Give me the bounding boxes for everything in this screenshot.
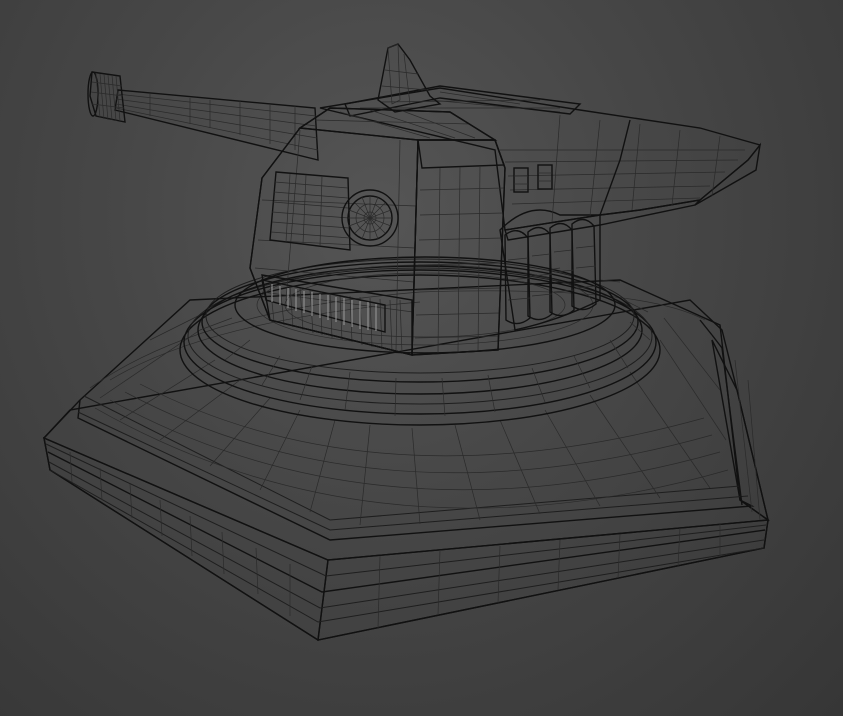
hexagonal-base (42, 279, 770, 642)
round-hatch (341, 189, 399, 247)
gun-barrel (87, 71, 319, 161)
turret-model (42, 43, 770, 642)
round-platform (179, 256, 661, 426)
turret-housing (249, 107, 506, 356)
muzzle-brake (87, 71, 126, 123)
vent-grille (269, 171, 351, 251)
3d-viewport[interactable] (0, 0, 843, 716)
